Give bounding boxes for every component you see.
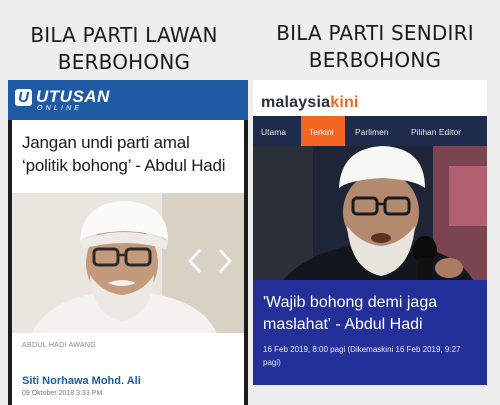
utusan-header: U UTUSAN ONLINE bbox=[8, 80, 248, 120]
left-caption-line-1: BILA PARTI LAWAN bbox=[30, 23, 218, 47]
right-caption-line-2: BERBOHONG bbox=[308, 48, 442, 72]
logo-main-text: malaysia bbox=[261, 94, 331, 111]
photo-caption: ABDUL HADI AWANG bbox=[22, 342, 97, 349]
utusan-logo-name: UTUSAN bbox=[36, 87, 110, 106]
left-meme-caption: BILA PARTI LAWAN BERBOHONG bbox=[0, 22, 248, 76]
malaysiakini-article-photo bbox=[253, 146, 487, 280]
tab-pilihan-editor[interactable]: Pilihan Editor bbox=[411, 116, 461, 146]
malaysiakini-headline-panel: 'Wajib bohong demi jaga maslahat' - Abdu… bbox=[253, 280, 487, 385]
utusan-screenshot: U UTUSAN ONLINE Jangan undi parti amal ‘… bbox=[8, 80, 248, 405]
utusan-logo-subtitle: ONLINE bbox=[37, 105, 83, 112]
article-author[interactable]: Siti Norhawa Mohd. Ali bbox=[22, 375, 141, 387]
malaysiakini-date: 16 Feb 2019, 8:00 pagi (Dikemaskini 16 F… bbox=[263, 345, 461, 367]
article-date: 09 Oktober 2018 3:33 PM bbox=[22, 390, 103, 397]
tab-parlimen[interactable]: Parlimen bbox=[355, 116, 389, 146]
malaysiakini-logo[interactable]: malaysiakini bbox=[261, 94, 359, 112]
malaysiakini-screenshot: malaysiakini Utama Terkini Parlimen Pili… bbox=[253, 80, 487, 385]
right-meme-caption: BILA PARTI SENDIRI BERBOHONG bbox=[250, 20, 500, 74]
utusan-logo-icon: U bbox=[15, 89, 32, 106]
utusan-article-photo bbox=[12, 193, 244, 333]
right-caption-line-1: BILA PARTI SENDIRI bbox=[276, 21, 474, 45]
left-caption-line-2: BERBOHONG bbox=[57, 50, 191, 74]
malaysiakini-headline[interactable]: 'Wajib bohong demi jaga maslahat' - Abdu… bbox=[263, 292, 479, 336]
logo-accent-text: kini bbox=[330, 94, 359, 111]
utusan-headline[interactable]: Jangan undi parti amal ‘politik bohong’ … bbox=[22, 131, 238, 177]
utusan-article-card: Jangan undi parti amal ‘politik bohong’ … bbox=[12, 120, 244, 405]
malaysiakini-nav: Utama Terkini Parlimen Pilihan Editor bbox=[253, 116, 487, 146]
previous-photo-icon[interactable] bbox=[187, 248, 203, 274]
tab-utama[interactable]: Utama bbox=[261, 116, 286, 146]
tab-terkini[interactable]: Terkini bbox=[301, 116, 345, 146]
next-photo-icon[interactable] bbox=[217, 248, 233, 274]
